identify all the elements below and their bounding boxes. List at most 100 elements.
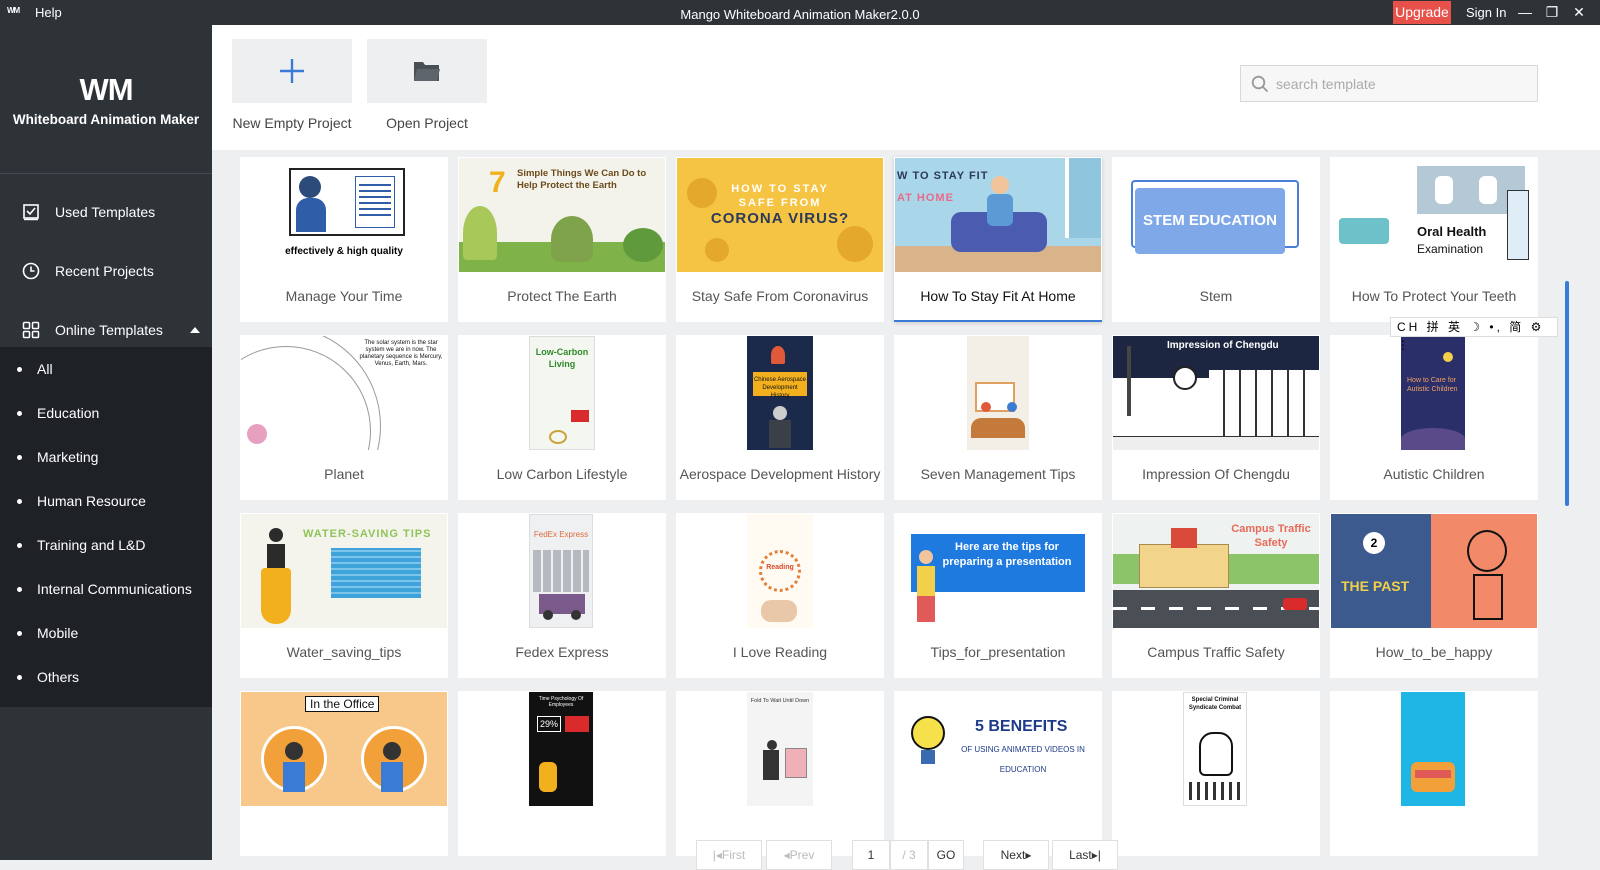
- category-label: Others: [37, 669, 80, 685]
- window-title: Mango Whiteboard Animation Maker2.0.0: [680, 7, 920, 22]
- template-thumbnail: STEM EDUCATION: [1113, 158, 1319, 272]
- sidebar-item-online-templates[interactable]: Online Templates: [0, 310, 212, 350]
- last-page-button[interactable]: Last▸|: [1052, 840, 1118, 870]
- template-grid: effectively & high quality Manage Your T…: [212, 150, 1600, 860]
- template-card[interactable]: FedEx Express Fedex Express: [458, 513, 666, 678]
- template-card[interactable]: Time Psychology Of Employees 29%: [458, 691, 666, 856]
- template-name: Seven Management Tips: [920, 466, 1076, 482]
- prev-page-button[interactable]: ◂Prev: [766, 840, 832, 870]
- thumbnail-text: Special Criminal Syndicate Combat: [1188, 697, 1242, 711]
- new-project-button[interactable]: [232, 39, 352, 103]
- template-card[interactable]: In the Office: [240, 691, 448, 856]
- help-menu[interactable]: Help: [35, 5, 62, 20]
- bullet-icon: [17, 675, 22, 680]
- thumbnail-text: effectively & high quality: [285, 246, 403, 257]
- category-mobile[interactable]: Mobile: [0, 611, 212, 655]
- template-card[interactable]: Fold To Wait Until Down: [676, 691, 884, 856]
- sidebar-item-recent-projects[interactable]: Recent Projects: [0, 251, 212, 291]
- template-thumbnail: WATER-SAVING TIPS: [241, 514, 447, 628]
- sign-in-button[interactable]: Sign In: [1466, 5, 1506, 20]
- thumbnail-text: Chinese Aerospace Development History: [753, 372, 807, 399]
- sidebar-item-label: Recent Projects: [55, 263, 154, 279]
- thumbnail-text: How to Care for Autistic Children: [1407, 377, 1458, 393]
- category-label: Internal Communications: [37, 581, 192, 597]
- template-thumbnail: 5 BENEFITS OF USING ANIMATED VIDEOS IN E…: [895, 692, 1101, 806]
- search-input[interactable]: [1276, 66, 1531, 101]
- thumbnail-text: 5 BENEFITS: [975, 718, 1068, 735]
- open-project-label[interactable]: Open Project: [357, 115, 497, 131]
- template-card[interactable]: WATER-SAVING TIPS Water_saving_tips: [240, 513, 448, 678]
- go-button[interactable]: GO: [928, 840, 964, 870]
- plus-icon: [280, 59, 304, 83]
- category-human-resource[interactable]: Human Resource: [0, 479, 212, 523]
- template-name: How_to_be_happy: [1375, 644, 1493, 660]
- template-card[interactable]: Campus Traffic Safety Campus Traffic Saf…: [1112, 513, 1320, 678]
- template-thumbnail: [1331, 692, 1537, 806]
- minimize-icon[interactable]: —: [1516, 3, 1534, 21]
- category-marketing[interactable]: Marketing: [0, 435, 212, 479]
- close-icon[interactable]: ✕: [1570, 3, 1588, 21]
- template-name: Planet: [324, 466, 364, 482]
- template-thumbnail: W TO STAY FIT AT HOME: [895, 158, 1101, 272]
- template-thumbnail: 7 Simple Things We Can Do to Help Protec…: [459, 158, 665, 272]
- open-project-button[interactable]: [367, 39, 487, 103]
- template-card[interactable]: Oral Health Examination How To Protect Y…: [1330, 157, 1538, 322]
- sidebar-item-used-templates[interactable]: Used Templates: [0, 192, 212, 232]
- page-total: / 3: [890, 840, 928, 870]
- template-card[interactable]: 2 THE PAST How_to_be_happy: [1330, 513, 1538, 678]
- template-card[interactable]: Here are the tips for preparing a presen…: [894, 513, 1102, 678]
- template-card[interactable]: effectively & high quality Manage Your T…: [240, 157, 448, 322]
- bullet-icon: [17, 543, 22, 548]
- category-label: Marketing: [37, 449, 99, 465]
- template-card[interactable]: How to Care for Autistic Children Autist…: [1330, 335, 1538, 500]
- template-card[interactable]: The solar system is the star system we a…: [240, 335, 448, 500]
- template-thumbnail: FedEx Express: [459, 514, 665, 628]
- thumbnail-text: Campus Traffic Safety: [1231, 523, 1311, 549]
- template-card[interactable]: HOW TO STAY SAFE FROM CORONA VIRUS? Stay…: [676, 157, 884, 322]
- template-name: Stem: [1199, 288, 1233, 304]
- sidebar-item-label: Online Templates: [55, 322, 163, 338]
- scrollbar-thumb[interactable]: [1565, 281, 1569, 506]
- next-page-button[interactable]: Next▸: [983, 840, 1049, 870]
- template-thumbnail: The solar system is the star system we a…: [241, 336, 447, 450]
- category-others[interactable]: Others: [0, 655, 212, 699]
- template-name: Manage Your Time: [285, 288, 403, 304]
- upgrade-button[interactable]: Upgrade: [1393, 1, 1451, 24]
- thumbnail-text: Fold To Wait Until Down: [750, 698, 810, 704]
- first-page-button[interactable]: |◂First: [696, 840, 762, 870]
- template-card[interactable]: Chinese Aerospace Development History Ae…: [676, 335, 884, 500]
- template-card[interactable]: [1330, 691, 1538, 856]
- thumbnail-text: Simple Things We Can Do to Help Protect …: [517, 168, 647, 191]
- template-card[interactable]: 7 Simple Things We Can Do to Help Protec…: [458, 157, 666, 322]
- template-card[interactable]: Reading I Love Reading: [676, 513, 884, 678]
- template-thumbnail: Campus Traffic Safety: [1113, 514, 1319, 628]
- thumbnail-subtext: AT HOME: [897, 192, 954, 204]
- bullet-icon: [17, 411, 22, 416]
- template-card[interactable]: STEM EDUCATION Stem: [1112, 157, 1320, 322]
- selected-indicator: [894, 320, 1102, 322]
- thumbnail-text: In the Office: [305, 696, 380, 712]
- chevron-up-icon[interactable]: [190, 327, 200, 333]
- category-training[interactable]: Training and L&D: [0, 523, 212, 567]
- thumbnail-text: Here are the tips for preparing a presen…: [942, 541, 1072, 568]
- template-card[interactable]: Special Criminal Syndicate Combat: [1112, 691, 1320, 856]
- thumbnail-subtext: Examination: [1417, 242, 1484, 256]
- new-project-label[interactable]: New Empty Project: [222, 115, 362, 131]
- template-card[interactable]: 5 BENEFITS OF USING ANIMATED VIDEOS IN E…: [894, 691, 1102, 856]
- category-label: Education: [37, 405, 100, 421]
- search-box[interactable]: [1240, 65, 1538, 102]
- page-number-input[interactable]: 1: [852, 840, 890, 870]
- sidebar-item-label: Used Templates: [55, 204, 156, 220]
- category-internal-communications[interactable]: Internal Communications: [0, 567, 212, 611]
- category-education[interactable]: Education: [0, 391, 212, 435]
- template-card[interactable]: Low-Carbon Living Low Carbon Lifestyle: [458, 335, 666, 500]
- main-content: New Empty Project Open Project effective…: [212, 25, 1600, 870]
- restore-icon[interactable]: ❐: [1543, 3, 1561, 21]
- template-card[interactable]: Seven Management Tips: [894, 335, 1102, 500]
- template-card[interactable]: Impression of Chengdu Impression Of Chen…: [1112, 335, 1320, 500]
- template-card[interactable]: W TO STAY FIT AT HOME How To Stay Fit At…: [894, 157, 1102, 322]
- template-thumbnail: HOW TO STAY SAFE FROM CORONA VIRUS?: [677, 158, 883, 272]
- category-all[interactable]: All: [0, 347, 212, 391]
- template-name: Autistic Children: [1383, 466, 1485, 482]
- template-thumbnail: Low-Carbon Living: [459, 336, 665, 450]
